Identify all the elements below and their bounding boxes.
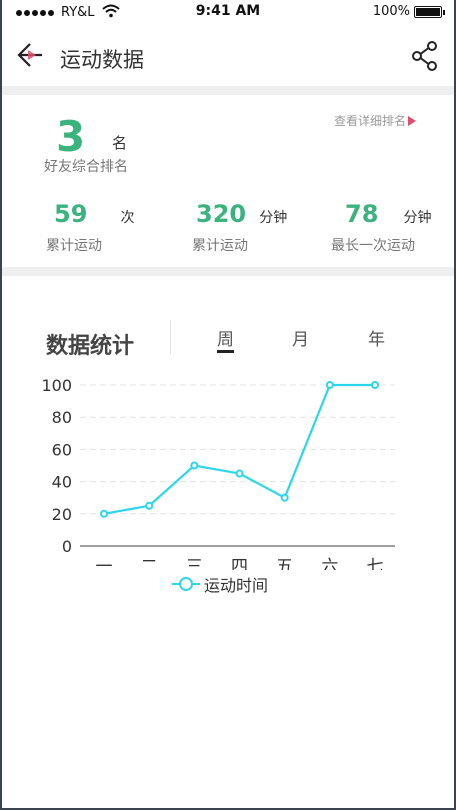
y-tick-label: 80 — [52, 408, 72, 427]
data-point — [190, 461, 199, 470]
stat-unit: 次 — [120, 210, 135, 226]
x-tick-label: 二 — [141, 557, 158, 570]
chart-section-title: 数据统计 — [46, 334, 135, 359]
phone-frame: RY&L 9:41 AM 100% 运动数据 3 名 好友综合排名 查看详细排名… — [0, 0, 456, 810]
nav-bar: 运动数据 — [2, 24, 454, 88]
header-divider — [170, 320, 171, 354]
stat-value: 78 — [345, 200, 379, 228]
section-separator — [2, 86, 454, 95]
x-tick-label: 五 — [276, 557, 293, 570]
y-tick-label: 60 — [52, 440, 72, 459]
stat-total-minutes: 320 分钟 累计运动 — [192, 200, 288, 254]
stat-label: 最长一次运动 — [331, 238, 415, 254]
stat-unit: 分钟 — [403, 210, 432, 226]
battery-percent: 100% — [372, 4, 410, 19]
data-point — [371, 381, 379, 389]
x-tick-label: 七 — [367, 557, 384, 570]
tab-year[interactable]: 年 — [368, 325, 385, 350]
data-point — [235, 469, 244, 478]
tab-week[interactable]: 周 — [217, 325, 234, 353]
ranking-label: 好友综合排名 — [44, 159, 128, 175]
page-title: 运动数据 — [60, 48, 144, 72]
stat-value: 320 — [196, 200, 247, 228]
stat-label: 累计运动 — [46, 238, 102, 254]
y-tick-label: 0 — [62, 537, 72, 556]
detail-link-label: 查看详细排名 — [334, 114, 407, 128]
view-ranking-detail-link[interactable]: 查看详细排名 — [334, 112, 417, 129]
back-arrow-icon[interactable] — [14, 40, 46, 70]
data-point — [100, 509, 108, 518]
data-point — [145, 501, 154, 510]
data-point — [325, 381, 334, 389]
status-bar: RY&L 9:41 AM 100% — [2, 0, 454, 24]
x-tick-label: 四 — [231, 557, 248, 570]
legend-label: 运动时间 — [204, 576, 269, 595]
chevron-right-icon — [408, 115, 417, 126]
x-tick-label: 三 — [186, 557, 203, 570]
legend-line-icon — [172, 577, 200, 591]
x-tick-label: 一 — [96, 557, 113, 570]
exercise-line-chart: 0 20 40 60 80 100 一 二 三 四 五 六 七 — [41, 376, 395, 570]
share-icon[interactable] — [410, 40, 440, 72]
section-separator — [2, 267, 454, 276]
battery-icon — [414, 6, 445, 18]
ranking-unit: 名 — [112, 134, 128, 152]
stat-value: 59 — [54, 200, 88, 228]
stat-label: 累计运动 — [192, 238, 248, 254]
y-tick-label: 40 — [52, 473, 72, 492]
chart-legend[interactable]: 运动时间 — [172, 572, 268, 596]
tab-month[interactable]: 月 — [292, 325, 309, 350]
y-tick-label: 100 — [41, 376, 72, 395]
ranking-value: 3 — [56, 112, 86, 161]
stat-total-count: 59 次 累计运动 — [46, 200, 135, 254]
stat-longest-session: 78 分钟 最长一次运动 — [331, 200, 432, 254]
y-tick-label: 20 — [52, 505, 72, 524]
data-point — [280, 493, 289, 502]
stat-unit: 分钟 — [259, 210, 288, 226]
x-tick-label: 六 — [321, 557, 338, 570]
